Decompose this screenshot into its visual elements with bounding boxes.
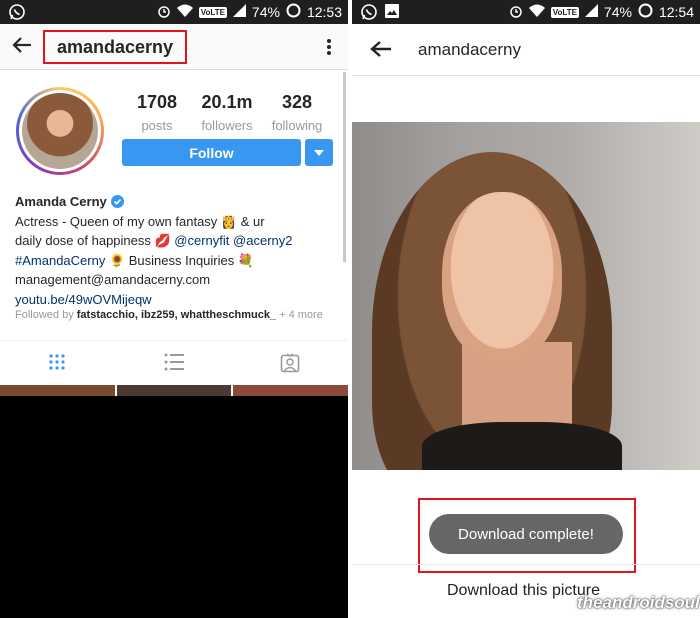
following-count: 328 (281, 92, 313, 112)
avatar[interactable] (16, 87, 104, 175)
battery-icon (286, 3, 301, 21)
followed-by-users: fatstacchio, ibz259, whattheschmuck_ (76, 309, 277, 321)
bio-line-2: daily dose of happiness 💋 (15, 233, 175, 248)
stat-followers[interactable]: 20.1m followers (192, 92, 262, 133)
verified-badge-icon (110, 195, 124, 209)
followers-label: followers (201, 118, 253, 133)
grid-thumbnail[interactable] (0, 385, 115, 396)
photo-header (352, 24, 700, 76)
back-arrow-icon[interactable] (12, 36, 32, 59)
wifi-icon (528, 4, 545, 20)
posts-label: posts (141, 118, 173, 133)
signal-icon (584, 4, 598, 20)
profile-bio: Amanda Cerny Actress - Queen of my own f… (15, 192, 340, 309)
download-complete-toast: Download complete! (429, 514, 623, 554)
profile-full-name: Amanda Cerny (15, 192, 124, 212)
tagged-photos-tab[interactable] (280, 353, 300, 378)
volte-badge: VoLTE (550, 6, 579, 18)
followers-count: 20.1m (201, 92, 253, 112)
divider-line (352, 564, 700, 565)
clock-time: 12:54 (658, 4, 694, 20)
stat-posts[interactable]: 1708 posts (122, 92, 192, 133)
profile-tabs (0, 340, 348, 385)
more-options-icon[interactable] (326, 38, 332, 61)
whatsapp-icon (360, 3, 378, 24)
volte-badge: VoLTE (198, 6, 227, 18)
whatsapp-icon (8, 3, 26, 24)
profile-screen: VoLTE 74% 12:53 amandacerny 1708 posts 2… (0, 0, 348, 618)
profile-username: amandacerny (57, 37, 174, 57)
status-bar: VoLTE 74% 12:53 (0, 0, 348, 24)
follow-button[interactable]: Follow (122, 139, 301, 166)
photo-clothing (422, 422, 622, 470)
followed-by-prefix: Followed by (15, 309, 77, 321)
photo-face (442, 192, 562, 362)
followed-by-text[interactable]: Followed by fatstacchio, ibz259, whatthe… (15, 309, 323, 321)
battery-icon (638, 3, 653, 21)
scrollbar[interactable] (343, 72, 346, 262)
clock-time: 12:53 (306, 4, 342, 20)
wifi-icon (176, 4, 193, 20)
bio-email: management@amandacerny.com (15, 272, 211, 287)
avatar-photo (22, 93, 98, 169)
tagged-person-icon (280, 353, 300, 373)
status-bar: VoLTE 74% 12:54 (352, 0, 700, 24)
signal-icon (232, 4, 246, 20)
list-icon (164, 353, 184, 371)
grid-icon (49, 354, 65, 370)
posts-count: 1708 (136, 92, 178, 112)
bio-line-3: 🌻 Business Inquiries 💐 (105, 252, 255, 268)
chevron-down-icon (314, 149, 324, 156)
grid-thumbnail[interactable] (116, 385, 232, 396)
battery-percent: 74% (603, 4, 632, 20)
followed-by-more: + 4 more (276, 309, 323, 321)
battery-percent: 74% (251, 4, 280, 20)
stat-following[interactable]: 328 following (262, 92, 332, 133)
alarm-icon (157, 4, 171, 21)
mention-link-acerny2[interactable]: @acerny2 (233, 233, 292, 248)
following-label: following (271, 118, 323, 133)
back-arrow-icon[interactable] (370, 40, 392, 63)
profile-picture-full[interactable] (352, 122, 700, 470)
hashtag-link[interactable]: #AmandaCerny (15, 253, 105, 268)
gallery-notification-icon (384, 3, 400, 22)
suggestions-dropdown-button[interactable] (305, 139, 333, 166)
grid-view-tab[interactable] (48, 353, 66, 376)
watermark-logo: theandroidsoul (577, 593, 700, 612)
website-link[interactable]: youtu.be/49wOVMijeqw (15, 290, 340, 310)
black-area (0, 396, 348, 618)
list-view-tab[interactable] (164, 353, 184, 376)
full-name-text: Amanda Cerny (15, 194, 107, 209)
photo-grid-strip (0, 385, 348, 396)
alarm-icon (509, 4, 523, 21)
photo-owner-username: amandacerny (418, 40, 522, 59)
mention-link-cernyfit[interactable]: @cernyfit (174, 233, 229, 248)
grid-thumbnail[interactable] (233, 385, 348, 396)
bio-line-1: Actress - Queen of my own fantasy 👸 & ur (15, 213, 265, 229)
